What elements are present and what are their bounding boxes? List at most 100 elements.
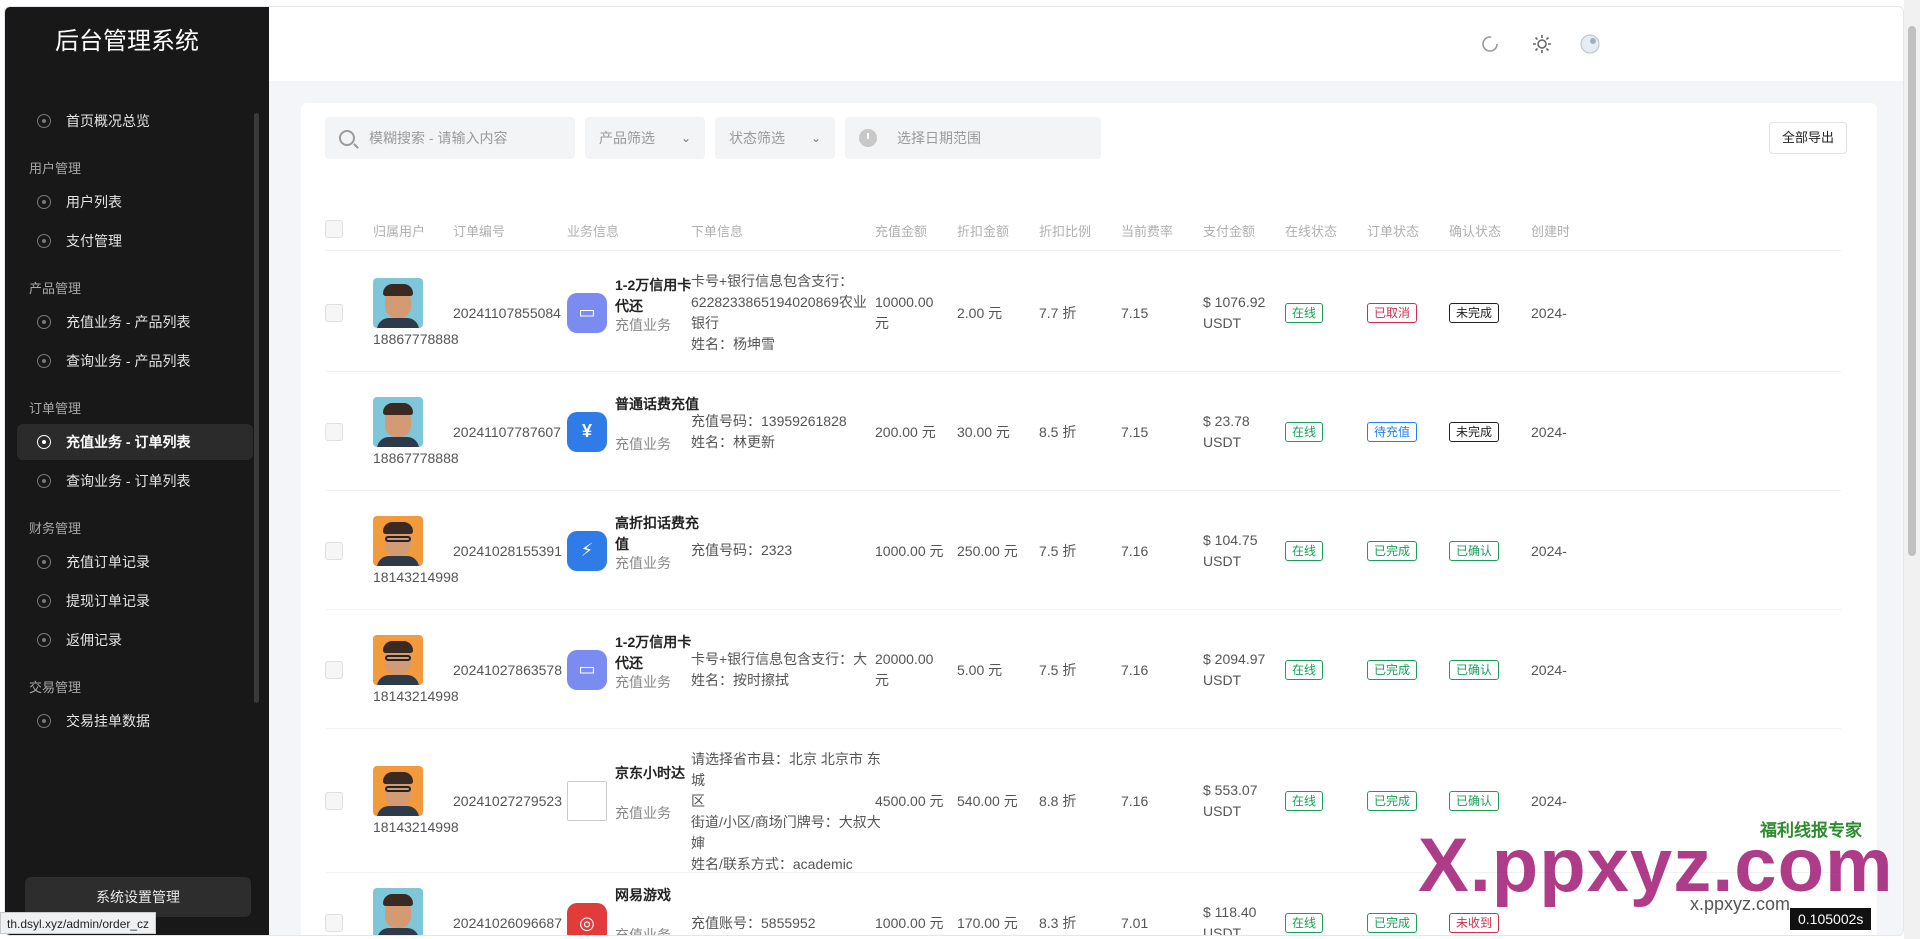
avatar-body xyxy=(377,317,419,328)
column-header: 支付金额 xyxy=(1203,224,1256,239)
sidebar-item[interactable]: 充值业务 - 订单列表 xyxy=(17,424,253,460)
table-row[interactable]: 18867778888 20241107787607 ¥ 普通话费充值 充值业务 充值号码… xyxy=(325,372,1841,491)
order-info-line: 充值账号：5855952 xyxy=(691,914,816,931)
row-checkbox[interactable] xyxy=(325,541,343,560)
current-rate: 7.16 xyxy=(1121,542,1149,559)
row-checkbox[interactable] xyxy=(325,303,343,322)
order-list-card: 模糊搜索 - 请输入内容 产品筛选 ⌄ 状态筛选 ⌄ 选择日期范围 全部导出 归属用… xyxy=(301,103,1877,936)
confirm-status-badge: 已确认 xyxy=(1449,791,1500,811)
row-checkbox[interactable] xyxy=(325,660,343,679)
row-checkbox[interactable] xyxy=(325,792,343,810)
phone-icon: ¥ xyxy=(567,411,607,452)
product-filter-select[interactable]: 产品筛选 ⌄ xyxy=(585,117,705,159)
order-number: 20241107855084 xyxy=(453,304,561,321)
sidebar-item-home[interactable]: 首页概况总览 xyxy=(17,103,253,139)
confirm-status-badge: 未收到 xyxy=(1449,913,1500,933)
row-checkbox[interactable] xyxy=(325,422,343,441)
order-info-line: 姓名：杨坤雪 xyxy=(691,335,775,352)
order-info-line: 姓名：林更新 xyxy=(691,433,775,450)
row-checkbox[interactable] xyxy=(325,914,343,932)
discount-amount: 2.00 元 xyxy=(957,304,1003,321)
order-info-line: 卡号+银行信息包含支行：大 xyxy=(691,650,868,667)
circle-dot-icon xyxy=(37,195,51,209)
avatar-hair xyxy=(383,772,413,784)
online-status-badge: 在线 xyxy=(1285,540,1324,561)
sidebar-scrollbar[interactable] xyxy=(254,113,259,703)
sidebar-item[interactable]: 支付管理 xyxy=(17,223,253,259)
circle-dot-icon xyxy=(37,474,51,488)
watermark-sub: x.ppxyz.com xyxy=(1690,894,1791,914)
pay-amount: $ 118.40 USDT xyxy=(1203,904,1257,936)
sidebar-item[interactable]: 查询业务 - 订单列表 xyxy=(17,463,253,499)
table-row[interactable]: 18143214998 20241027863578 ▭ 1-2万信用卡代还 充值业务 卡… xyxy=(325,610,1841,729)
export-all-button[interactable]: 全部导出 xyxy=(1768,122,1847,154)
order-info: 充值号码：13959261828 姓名：林更新 xyxy=(691,411,891,453)
scrollbar-thumb[interactable] xyxy=(1908,26,1916,556)
avatar-body xyxy=(377,555,419,566)
product-type: 充值业务 xyxy=(615,805,671,821)
avatar-icon[interactable] xyxy=(1579,33,1601,55)
discount-amount: 5.00 元 xyxy=(957,661,1003,678)
order-info-line: 婶 xyxy=(691,834,705,851)
circle-dot-icon xyxy=(37,714,51,728)
current-rate: 7.15 xyxy=(1121,304,1149,321)
avatar-glasses xyxy=(385,654,411,661)
circle-dot-icon xyxy=(37,354,51,368)
product-name: 1-2万信用卡代还 xyxy=(615,276,692,314)
status-filter-select[interactable]: 状态筛选 ⌄ xyxy=(715,117,835,159)
page-scrollbar[interactable] xyxy=(1904,0,1920,939)
avatar-hair xyxy=(383,894,413,906)
column-header: 确认状态 xyxy=(1449,224,1502,239)
order-info-line: 请选择省市县：北京 北京市 东城 xyxy=(691,750,881,788)
page-timer: 0.105002s xyxy=(1790,908,1872,930)
system-settings-button[interactable]: 系统设置管理 xyxy=(25,877,251,917)
discount-ratio: 7.5 折 xyxy=(1039,661,1077,678)
sidebar-item[interactable]: 充值订单记录 xyxy=(17,544,253,580)
pay-amount: $ 23.78 USDT xyxy=(1203,412,1250,450)
order-info-line: 姓名：按时擦拭 xyxy=(691,671,789,688)
sidebar-item[interactable]: 充值业务 - 产品列表 xyxy=(17,304,253,340)
sidebar-item[interactable]: 返佣记录 xyxy=(17,622,253,658)
chevron-down-icon: ⌄ xyxy=(680,131,691,145)
sidebar-item[interactable]: 交易挂单数据 xyxy=(17,703,253,739)
status-bar-url: th.dsyl.xyz/admin/order_cz xyxy=(0,912,157,934)
order-info-line: 充值号码：2323 xyxy=(691,542,793,558)
date-range-picker[interactable]: 选择日期范围 xyxy=(845,117,1101,159)
sidebar-group-title: 订单管理 xyxy=(29,401,82,416)
sidebar-item[interactable]: 提现订单记录 xyxy=(17,583,253,619)
recharge-amount: 20000.00 元 xyxy=(875,650,934,688)
product-name: 普通话费充值 xyxy=(615,395,699,412)
sidebar-item[interactable]: 用户列表 xyxy=(17,184,253,220)
table-row[interactable]: 18143214998 20241028155391 ⚡ 高折扣话费充值 充值业务 充值号… xyxy=(325,491,1841,610)
confirm-status-badge: 未完成 xyxy=(1449,302,1500,323)
recharge-amount: 4500.00 元 xyxy=(875,793,944,809)
sun-icon[interactable] xyxy=(1531,33,1553,55)
product-name: 京东小时达 xyxy=(615,765,685,781)
circle-dot-icon xyxy=(37,315,51,329)
order-status-badge: 已完成 xyxy=(1367,540,1418,561)
table-row[interactable]: 18867778888 20241107855084 ▭ 1-2万信用卡代还 充值业务 卡… xyxy=(325,253,1841,372)
sidebar-item[interactable]: 查询业务 - 产品列表 xyxy=(17,343,253,379)
confirm-status-badge: 已确认 xyxy=(1449,659,1500,680)
select-all-checkbox[interactable] xyxy=(325,220,343,238)
sidebar-group-title: 财务管理 xyxy=(29,521,82,536)
search-input[interactable]: 模糊搜索 - 请输入内容 xyxy=(325,117,575,159)
recharge-amount: 200.00 元 xyxy=(875,423,936,440)
column-header: 创建时 xyxy=(1531,224,1571,239)
avatar-hair xyxy=(383,640,413,653)
product-type: 充值业务 xyxy=(615,316,671,333)
order-number: 20241027863578 xyxy=(453,661,563,678)
avatar-hair xyxy=(383,402,413,415)
refresh-icon[interactable] xyxy=(1479,33,1501,55)
column-header: 业务信息 xyxy=(567,224,620,239)
order-info-line: 街道/小区/商场门牌号：大叔大 xyxy=(691,813,881,830)
confirm-status-badge: 已确认 xyxy=(1449,540,1500,561)
user-phone: 18143214998 xyxy=(373,819,459,835)
column-header: 下单信息 xyxy=(691,224,744,239)
avatar-body xyxy=(377,806,419,816)
current-rate: 7.16 xyxy=(1121,661,1149,678)
order-status-badge: 已完成 xyxy=(1367,659,1418,680)
avatar-body xyxy=(377,928,419,935)
avatar xyxy=(373,634,423,685)
user-phone: 18867778888 xyxy=(373,330,459,347)
